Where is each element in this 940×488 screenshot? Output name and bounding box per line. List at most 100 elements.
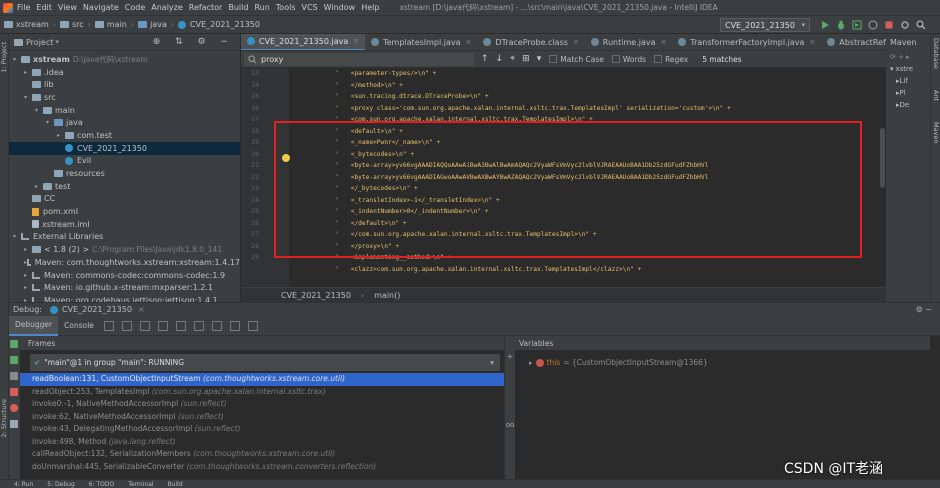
menu-item-view[interactable]: View [58, 3, 77, 12]
expand-arrow-icon[interactable]: ▸ [24, 284, 32, 291]
tree-item[interactable]: ▾ java [9, 116, 240, 129]
menu-item-tools[interactable]: Tools [276, 3, 296, 12]
bottom-tool-button[interactable]: 5: Debug [47, 481, 74, 488]
menu-item-edit[interactable]: Edit [36, 3, 52, 12]
expand-arrow-icon[interactable]: ▸ [24, 272, 32, 279]
menu-item-vcs[interactable]: VCS [302, 3, 318, 12]
tree-item[interactable]: Evil [9, 155, 240, 168]
show-execution-point-icon[interactable] [103, 320, 114, 331]
stack-frame[interactable]: invoke:43, DelegatingMethodAccessorImpl … [20, 423, 504, 436]
regex-checkbox[interactable] [654, 55, 663, 63]
nav-crumb[interactable]: java › [138, 20, 174, 29]
expand-arrow-icon[interactable]: ▸ [24, 246, 32, 253]
breadcrumb-method[interactable]: main() [374, 291, 400, 300]
tree-item[interactable]: ▾ main [9, 104, 240, 117]
stack-frame[interactable]: invoke:62, NativeMethodAccessorImpl (sun… [20, 411, 504, 424]
expand-arrow-icon[interactable]: ▸ [57, 132, 65, 139]
project-tool-button[interactable]: 1: Project [0, 42, 8, 73]
code-line[interactable]: " <parameter-types/>\n" + [289, 68, 879, 80]
nav-crumb[interactable]: CVE_2021_21350 [178, 20, 260, 29]
tree-item[interactable]: CC [9, 193, 240, 206]
editor-tab[interactable]: Runtime.java × [585, 34, 673, 50]
menu-item-help[interactable]: Help [361, 3, 379, 12]
step-into-icon[interactable] [139, 320, 150, 331]
bottom-tool-button[interactable]: Build [168, 481, 183, 488]
select-all-occurrences-icon[interactable]: ⊞ [522, 54, 530, 64]
mute-breakpoints-icon[interactable] [10, 420, 18, 428]
editor-scrollbar[interactable] [879, 68, 886, 287]
tree-item[interactable]: ▾ src [9, 91, 240, 104]
bottom-tool-button[interactable]: 4: Run [14, 481, 33, 488]
match-case-checkbox[interactable] [549, 55, 558, 63]
run-icon[interactable] [820, 20, 830, 30]
menu-item-window[interactable]: Window [324, 3, 356, 12]
menu-item-refactor[interactable]: Refactor [189, 3, 223, 12]
regex-option[interactable]: Regex [654, 55, 688, 64]
database-tool-button[interactable]: Database [932, 38, 940, 69]
stack-frame[interactable]: doUnmarshal:445, SerializableConverter (… [20, 461, 504, 474]
close-icon[interactable]: × [809, 38, 815, 46]
expand-arrow-icon[interactable]: ▸ [35, 183, 43, 190]
glasses-icon[interactable]: oo [505, 421, 515, 429]
debug-session-tab[interactable]: CVE_2021_21350 [62, 305, 132, 314]
words-option[interactable]: Words [611, 55, 646, 64]
nav-crumb[interactable]: main › [94, 20, 134, 29]
panel-actions-icon[interactable]: ⊕ ⇅ ⚙ − [153, 37, 234, 47]
tree-item[interactable]: ▸ com.test [9, 129, 240, 142]
match-case-option[interactable]: Match Case [549, 55, 604, 64]
maven-item[interactable]: ▾ xstre [886, 63, 930, 75]
expand-arrow-icon[interactable]: ▾ [13, 233, 21, 240]
close-icon[interactable]: × [573, 38, 579, 46]
search-everywhere-icon[interactable] [916, 20, 926, 30]
tree-item[interactable]: pom.xml [9, 205, 240, 218]
tree-item[interactable]: ▾ xstream D:\java代码\xstream [9, 53, 240, 66]
run-configuration-select[interactable]: CVE_2021_21350 ▾ [720, 18, 810, 32]
words-checkbox[interactable] [611, 55, 620, 63]
debugger-tab[interactable]: Debugger [9, 315, 59, 336]
stack-frame[interactable]: readBoolean:131, CustomObjectInputStream… [20, 373, 504, 386]
code-line[interactable]: " <clazz>com.sun.org.apache.xalan.intern… [289, 264, 879, 276]
nav-crumb[interactable]: src › [59, 20, 91, 29]
close-icon[interactable]: × [138, 305, 145, 314]
menu-item-run[interactable]: Run [254, 3, 269, 12]
add-watch-icon[interactable]: + [505, 352, 515, 361]
tree-item[interactable]: ▸ .idea [9, 66, 240, 79]
maven-item[interactable]: ▸ De [886, 99, 930, 111]
stack-frame[interactable]: callReadObject:132, SerializationMembers… [20, 448, 504, 461]
structure-tool-button[interactable]: 2: Structure [0, 399, 8, 438]
run-to-cursor-icon[interactable] [211, 320, 222, 331]
pause-icon[interactable] [10, 372, 18, 380]
tree-item[interactable]: CVE_2021_21350 [9, 141, 240, 155]
editor-tab[interactable]: TemplatesImpl.java × [365, 34, 477, 50]
trace-icon[interactable] [247, 320, 258, 331]
next-match-icon[interactable]: ↓ [496, 54, 504, 64]
expand-arrow-icon[interactable]: ▾ [35, 107, 43, 114]
stop-icon[interactable] [884, 20, 894, 30]
bottom-tool-button[interactable]: 6: TODO [89, 481, 114, 488]
expand-arrow-icon[interactable]: ▸ [24, 69, 32, 76]
search-input[interactable]: proxy [244, 52, 474, 66]
project-panel-title[interactable]: Project [26, 38, 53, 47]
profile-icon[interactable] [868, 20, 878, 30]
stack-frame[interactable]: invoke:498, Method (java.lang.reflect) [20, 436, 504, 449]
tree-item[interactable]: ▸ test [9, 180, 240, 193]
thread-select[interactable]: ✔ "main"@1 in group "main": RUNNING ▾ [30, 354, 500, 371]
expand-arrow-icon[interactable]: ▸ [529, 359, 533, 367]
menu-item-analyze[interactable]: Analyze [151, 3, 183, 12]
close-icon[interactable]: × [353, 37, 359, 45]
maven-toolbar-icon[interactable]: ⟳ + ▸ [886, 51, 930, 63]
chevron-down-icon[interactable]: ▾ [55, 38, 59, 46]
expand-arrow-icon[interactable]: ▾ [13, 56, 21, 63]
tree-item[interactable]: ▸ Maven: commons-codec:commons-codec:1.9 [9, 269, 240, 282]
tree-item[interactable]: ▾ External Libraries [9, 231, 240, 244]
tree-item[interactable]: lib [9, 78, 240, 91]
debug-settings-icon[interactable]: ⚙ − [916, 305, 932, 314]
code-line[interactable]: " <sun.tracing.dtrace.DTraceProbe>\n" + [289, 91, 879, 103]
force-step-into-icon[interactable] [157, 320, 168, 331]
maven-item[interactable]: ▸ Lif [886, 75, 930, 87]
view-breakpoints-icon[interactable] [10, 404, 18, 412]
breadcrumb-class[interactable]: CVE_2021_21350 [281, 291, 351, 300]
drop-frame-icon[interactable] [193, 320, 204, 331]
nav-crumb[interactable]: xstream › [4, 20, 56, 29]
resume-icon[interactable] [10, 356, 18, 364]
